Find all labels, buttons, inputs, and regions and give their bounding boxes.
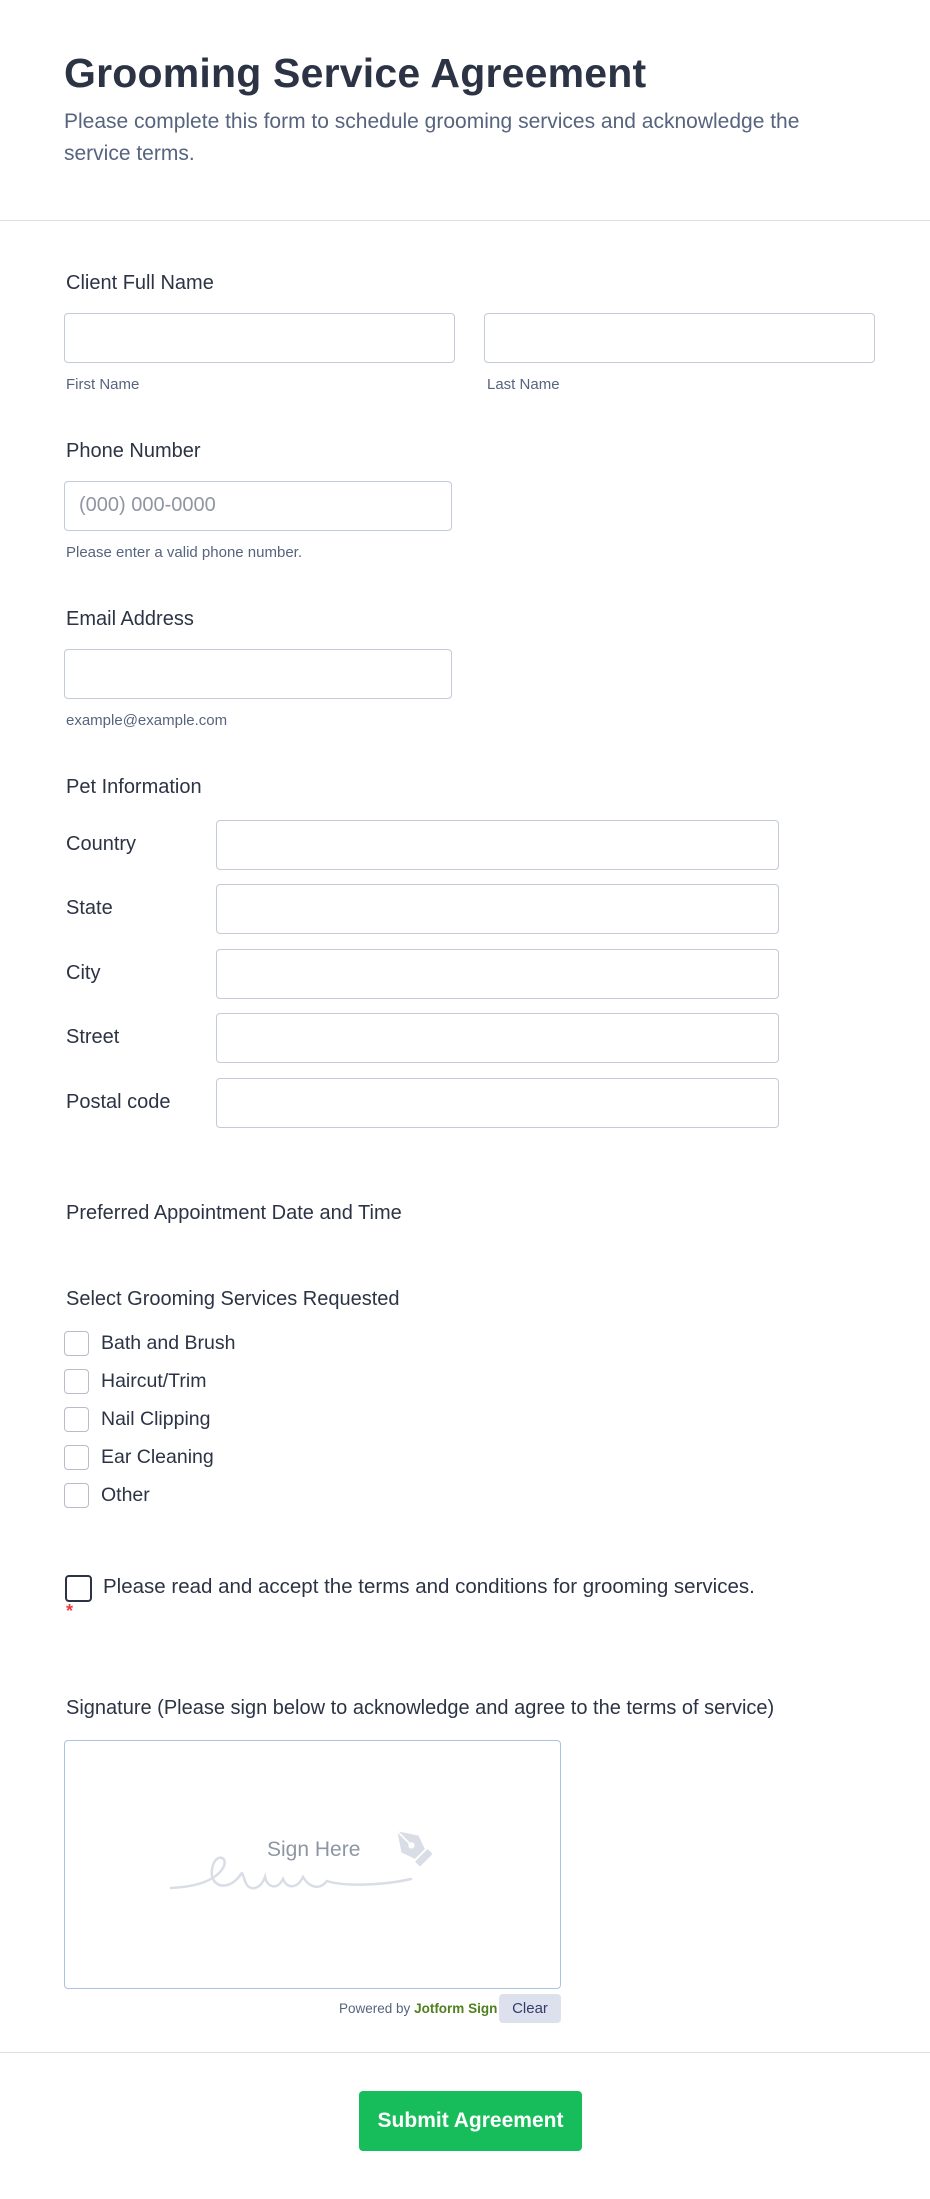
last-name-input[interactable] (484, 313, 875, 363)
state-input[interactable] (216, 884, 779, 934)
form-title: Grooming Service Agreement (64, 50, 647, 96)
email-sublabel: example@example.com (66, 712, 228, 729)
terms-label: Please read and accept the terms and con… (103, 1575, 755, 1598)
city-label: City (66, 962, 101, 984)
first-name-sublabel: First Name (66, 376, 140, 393)
submit-button[interactable]: Submit Agreement (359, 2091, 582, 2151)
checkbox[interactable] (64, 1445, 89, 1470)
clear-signature-button[interactable]: Clear (499, 1994, 561, 2023)
email-label: Email Address (66, 608, 194, 630)
jotform-sign-brand: Jotform Sign (414, 2001, 498, 2016)
checkbox[interactable] (64, 1369, 89, 1394)
services-label: Select Grooming Services Requested (66, 1288, 400, 1310)
signature-squiggle (169, 1856, 413, 1890)
street-label: Street (66, 1026, 120, 1048)
client-name-label: Client Full Name (66, 272, 214, 294)
powered-by: Powered by Jotform Sign (339, 2001, 498, 2016)
divider (0, 2052, 930, 2053)
country-input[interactable] (216, 820, 779, 870)
terms-checkbox[interactable] (65, 1575, 92, 1602)
state-label: State (66, 897, 113, 919)
phone-sublabel: Please enter a valid phone number. (66, 544, 302, 561)
service-option-label: Nail Clipping (101, 1408, 211, 1430)
form-header: Grooming Service Agreement Please comple… (0, 0, 930, 221)
postal-code-input[interactable] (216, 1078, 779, 1128)
signature-placeholder: Sign Here (267, 1838, 361, 1861)
checkbox[interactable] (64, 1407, 89, 1432)
street-input[interactable] (216, 1013, 779, 1063)
form-description: Please complete this form to schedule gr… (64, 110, 800, 165)
pen-nib-icon (396, 1830, 433, 1867)
country-label: Country (66, 833, 137, 855)
phone-input[interactable]: (000) 000-0000 (64, 481, 452, 531)
pet-info-label: Pet Information (66, 776, 202, 798)
service-option-label: Ear Cleaning (101, 1446, 214, 1468)
checkbox[interactable] (64, 1331, 89, 1356)
required-mark: * (66, 1601, 74, 1621)
signature-label: Signature (Please sign below to acknowle… (66, 1697, 775, 1719)
phone-placeholder: (000) 000-0000 (79, 494, 216, 516)
last-name-sublabel: Last Name (487, 376, 560, 393)
appointment-label: Preferred Appointment Date and Time (66, 1202, 402, 1224)
signature-pad[interactable]: Sign Here (64, 1740, 561, 1989)
email-input[interactable] (64, 649, 452, 699)
service-option-label: Bath and Brush (101, 1332, 236, 1354)
postal-code-label: Postal code (66, 1091, 171, 1113)
service-option-label: Haircut/Trim (101, 1370, 207, 1392)
service-option-label: Other (101, 1484, 150, 1506)
first-name-input[interactable] (64, 313, 455, 363)
checkbox[interactable] (64, 1483, 89, 1508)
city-input[interactable] (216, 949, 779, 999)
phone-label: Phone Number (66, 440, 201, 462)
signature-placeholder-graphic (169, 1830, 433, 1890)
